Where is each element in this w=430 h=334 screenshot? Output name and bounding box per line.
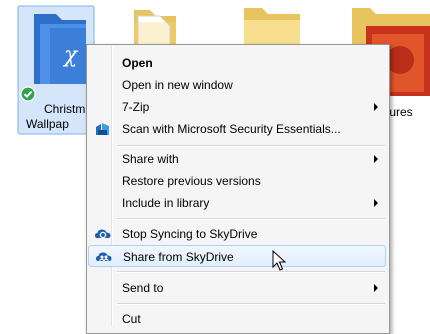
menu-separator (117, 271, 385, 273)
menu-item-stop-syncing-skydrive[interactable]: Stop Syncing to SkyDrive (88, 223, 386, 245)
skydrive-sync-icon (95, 229, 111, 239)
menu-item-7zip[interactable]: 7-Zip (88, 96, 386, 118)
menu-separator (117, 303, 385, 305)
menu-item-send-to[interactable]: Send to (88, 277, 386, 299)
selected-folder-label: Christm Wallpap (26, 102, 86, 131)
security-essentials-icon (96, 123, 109, 135)
menu-item-include-in-library[interactable]: Include in library (88, 192, 386, 214)
menu-item-scan-security-essentials[interactable]: Scan with Microsoft Security Essentials.… (88, 118, 386, 140)
menu-item-share-with[interactable]: Share with (88, 148, 386, 170)
menu-item-open-new-window[interactable]: Open in new window (88, 74, 386, 96)
submenu-arrow-icon (374, 199, 378, 207)
folder-icon[interactable] (244, 8, 300, 46)
menu-item-share-from-skydrive[interactable]: Share from SkyDrive (88, 245, 386, 267)
folder-icon[interactable] (134, 10, 176, 47)
mouse-pointer-icon (272, 250, 286, 271)
menu-separator (117, 145, 385, 147)
menu-item-restore-previous-versions[interactable]: Restore previous versions (88, 170, 386, 192)
menu-separator (117, 218, 385, 220)
sync-check-icon (20, 86, 36, 102)
submenu-arrow-icon (374, 284, 378, 292)
svg-text:χ: χ (62, 43, 79, 68)
menu-item-cut[interactable]: Cut (88, 308, 386, 330)
skydrive-share-icon (96, 252, 112, 262)
submenu-arrow-icon (374, 103, 378, 111)
submenu-arrow-icon (374, 155, 378, 163)
folder-label: tures (386, 105, 413, 119)
menu-item-open[interactable]: Open (88, 52, 386, 74)
